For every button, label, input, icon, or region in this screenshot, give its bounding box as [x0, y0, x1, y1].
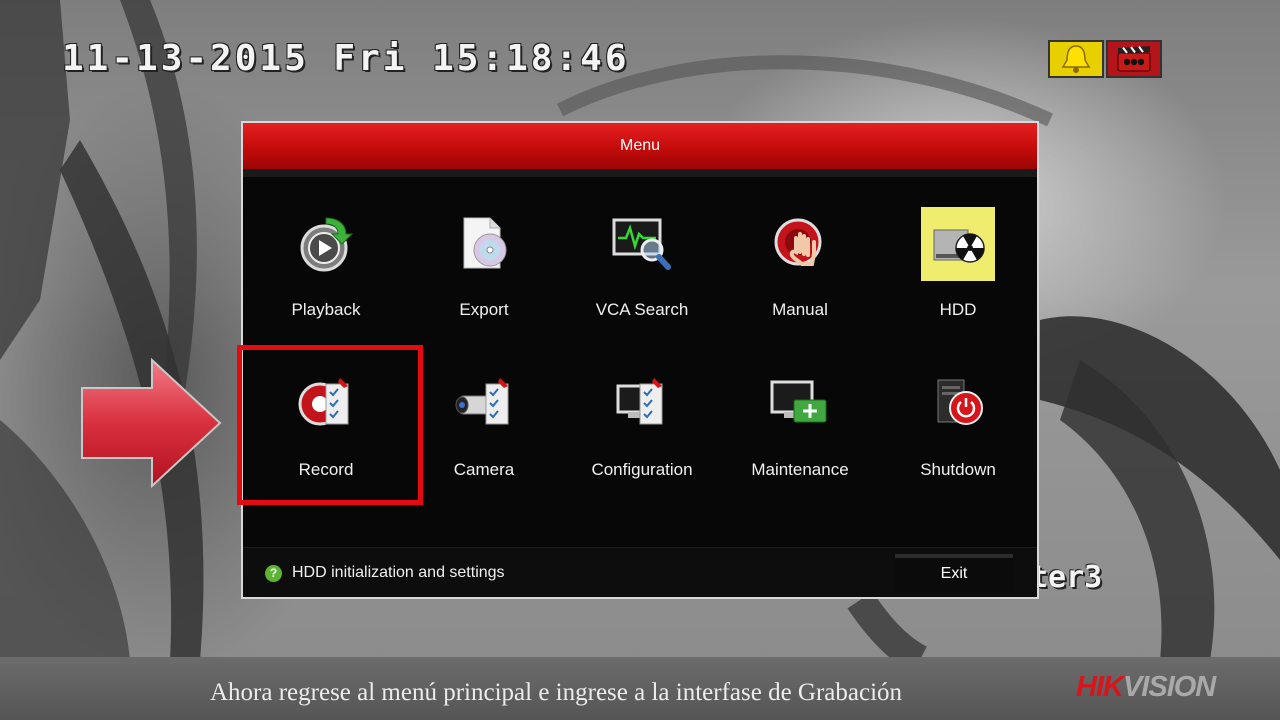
playback-icon [289, 207, 363, 281]
menu-item-label: Camera [453, 460, 515, 479]
menu-item-hdd[interactable]: HDD [879, 197, 1037, 357]
osd-channel-label: ter3 [1030, 560, 1103, 595]
exit-button[interactable]: Exit [895, 554, 1013, 592]
main-menu-window: Menu Playback Export VCA Search Manual H… [241, 121, 1039, 599]
menu-item-label: Playback [291, 300, 361, 319]
menu-item-playback[interactable]: Playback [247, 197, 405, 357]
menu-item-label: Export [459, 300, 509, 319]
menu-item-configuration[interactable]: Configuration [563, 357, 721, 517]
maintenance-icon [763, 367, 837, 441]
menu-item-label: VCA Search [595, 300, 689, 319]
menu-item-label: Configuration [591, 460, 693, 479]
vca-search-icon [605, 207, 679, 281]
menu-item-shutdown[interactable]: Shutdown [879, 357, 1037, 517]
status-icons [1048, 40, 1162, 78]
menu-footer: ? HDD initialization and settings Exit [243, 547, 1037, 597]
bell-alarm-icon [1048, 40, 1104, 78]
configuration-icon [605, 367, 679, 441]
menu-item-label: Manual [772, 300, 828, 319]
caption-bar: Ahora regrese al menú principal e ingres… [0, 657, 1280, 720]
pointer-arrow-icon [81, 358, 222, 488]
menu-item-camera[interactable]: Camera [405, 357, 563, 517]
record-status-icon [1106, 40, 1162, 78]
menu-item-vca-search[interactable]: VCA Search [563, 197, 721, 357]
menu-item-label: Maintenance [751, 460, 849, 479]
menu-item-record[interactable]: Record [247, 357, 405, 517]
menu-item-export[interactable]: Export [405, 197, 563, 357]
record-icon [289, 367, 363, 441]
help-icon: ? [265, 564, 282, 582]
title-divider [243, 169, 1037, 177]
export-icon [447, 207, 521, 281]
menu-grid: Playback Export VCA Search Manual HDD Re… [247, 197, 1037, 517]
camera-icon [447, 367, 521, 441]
shutdown-icon [921, 367, 995, 441]
menu-item-label: HDD [939, 300, 977, 319]
menu-title: Menu [243, 123, 1037, 169]
menu-item-label: Shutdown [920, 460, 996, 479]
caption-text: Ahora regrese al menú principal e ingres… [210, 679, 903, 706]
manual-icon [763, 207, 837, 281]
menu-item-manual[interactable]: Manual [721, 197, 879, 357]
hikvision-logo: HIKVISION [1076, 671, 1216, 703]
menu-item-label: Record [298, 460, 354, 479]
osd-datetime: 11-13-2015 Fri 15:18:46 [62, 38, 630, 79]
hdd-icon [921, 207, 995, 281]
hint-bar: ? HDD initialization and settings [265, 564, 505, 582]
menu-item-maintenance[interactable]: Maintenance [721, 357, 879, 517]
hint-text: HDD initialization and settings [292, 564, 505, 581]
